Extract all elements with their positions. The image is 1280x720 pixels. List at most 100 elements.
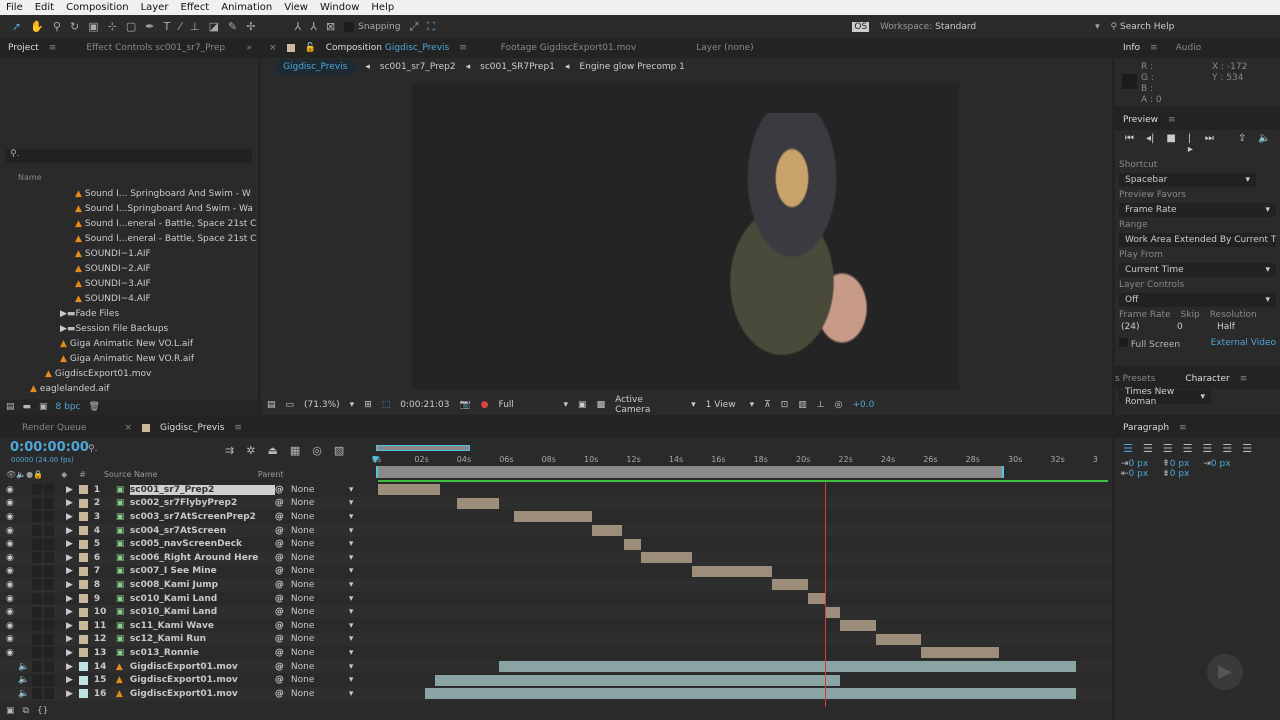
axis-view-icon[interactable]: ⊠	[326, 20, 335, 33]
parent-header[interactable]: Parent	[258, 470, 284, 479]
visibility-eye-icon[interactable]: ◉	[0, 512, 32, 522]
parent-select[interactable]: None	[291, 553, 349, 563]
stop-icon[interactable]: ■	[1166, 133, 1175, 155]
pickwhip-icon[interactable]: @	[275, 512, 291, 522]
chevron-down-icon[interactable]: ▾	[349, 566, 354, 576]
next-frame-icon[interactable]: |▸	[1188, 133, 1193, 155]
layer-name[interactable]: sc010_Kami Land	[130, 594, 275, 604]
project-item[interactable]: ▲ Giga Animatic New VO.R.aif	[0, 351, 244, 366]
label-color[interactable]	[78, 607, 88, 617]
layer-name[interactable]: sc001_sr7_Prep2	[129, 484, 275, 495]
audio-icon[interactable]: 🔈	[1258, 133, 1270, 155]
snapping-checkbox[interactable]	[344, 21, 355, 32]
snapshot-icon[interactable]: 📷	[459, 400, 470, 410]
expand-arrow-icon[interactable]: ▶	[66, 498, 73, 508]
tab-effect-controls[interactable]: Effect Controls sc001_sr7_Prep	[86, 43, 225, 53]
current-time-indicator[interactable]	[825, 482, 827, 707]
full-screen-checkbox[interactable]	[1119, 338, 1128, 347]
tab-paragraph[interactable]: Paragraph	[1123, 423, 1169, 433]
label-color[interactable]	[78, 675, 88, 685]
layer-name[interactable]: sc007_I See Mine	[130, 566, 275, 576]
comp-mini-flowchart-icon[interactable]: ⇉	[225, 444, 234, 457]
visibility-eye-icon[interactable]: ◉	[0, 566, 32, 576]
shy-layers-icon[interactable]: ⏏	[267, 444, 277, 457]
tab-audio[interactable]: Audio	[1176, 43, 1202, 53]
solo-switch[interactable]	[32, 606, 42, 618]
parent-select[interactable]: None	[291, 498, 349, 508]
layer-name[interactable]: sc003_sr7AtScreenPrep2	[130, 512, 275, 522]
visibility-eye-icon[interactable]: ◉	[0, 621, 32, 631]
pickwhip-icon[interactable]: @	[275, 675, 291, 685]
chevron-down-icon[interactable]: ▾	[349, 689, 354, 699]
menu-help[interactable]: Help	[371, 2, 394, 13]
layer-row[interactable]: 🔈 ▶ 15 ▲ GigdiscExport01.mov @ None ▾	[0, 673, 1112, 687]
lock-switch[interactable]	[44, 565, 54, 577]
favors-select[interactable]: Frame Rate ▾	[1119, 203, 1276, 217]
solo-switch[interactable]	[32, 552, 42, 564]
solo-switch[interactable]	[32, 484, 42, 496]
pickwhip-icon[interactable]: @	[275, 485, 291, 495]
parent-select[interactable]: None	[291, 648, 349, 658]
new-comp-icon[interactable]: ▣	[39, 402, 48, 412]
expand-arrow-icon[interactable]: ▶	[66, 594, 73, 604]
pickwhip-icon[interactable]: @	[275, 539, 291, 549]
parent-select[interactable]: None	[291, 566, 349, 576]
project-item[interactable]: ▲ Sound I...eneral - Battle, Space 21st C	[0, 231, 256, 246]
lock-switch[interactable]	[44, 620, 54, 632]
range-select[interactable]: Work Area Extended By Current Ti▾	[1119, 233, 1276, 247]
layer-name[interactable]: sc008_Kami Jump	[130, 580, 275, 590]
pickwhip-icon[interactable]: @	[275, 526, 291, 536]
align-center-icon[interactable]: ☰	[1143, 442, 1153, 455]
expand-arrow-icon[interactable]: ▶	[66, 553, 73, 563]
chevron-down-icon[interactable]: ▾	[349, 580, 354, 590]
layer-name[interactable]: sc002_sr7FlybyPrep2	[130, 498, 275, 508]
layer-duration-bar[interactable]	[691, 565, 773, 577]
flowchart-icon[interactable]: ⊥	[817, 400, 825, 410]
space-before-field[interactable]: ⇞0 px	[1162, 459, 1189, 469]
layer-row[interactable]: ◉ ▶ 4 ▣ sc004_sr7AtScreen @ None ▾	[0, 523, 1112, 538]
chevron-down-icon[interactable]: ▾	[349, 485, 354, 495]
axis-world-icon[interactable]: ⅄	[310, 20, 317, 33]
project-item[interactable]: ▲ SOUNDI~1.AIF	[0, 246, 244, 261]
layer-duration-bar[interactable]	[808, 593, 826, 605]
justify-center-icon[interactable]: ☰	[1203, 442, 1213, 455]
justify-right-icon[interactable]: ☰	[1222, 442, 1232, 455]
layer-row[interactable]: ◉ ▶ 3 ▣ sc003_sr7AtScreenPrep2 @ None ▾	[0, 510, 1112, 524]
layer-duration-bar[interactable]	[456, 497, 499, 509]
label-color[interactable]	[78, 485, 88, 495]
layer-duration-bar[interactable]	[641, 552, 692, 564]
layer-name[interactable]: sc004_sr7AtScreen	[130, 526, 275, 536]
label-color[interactable]	[78, 662, 88, 672]
layer-duration-bar[interactable]	[513, 511, 593, 523]
lock-switch[interactable]	[44, 674, 54, 686]
layer-row[interactable]: 🔈 ▶ 16 ▲ GigdiscExport01.mov @ None ▾	[0, 687, 1112, 701]
layer-row[interactable]: ◉ ▶ 10 ▣ sc010_Kami Land @ None ▾	[0, 605, 1112, 619]
expand-arrow-icon[interactable]: ▶	[66, 485, 73, 495]
label-color[interactable]	[78, 526, 88, 536]
space-after-field[interactable]: ⇟0 px	[1162, 469, 1189, 479]
pickwhip-icon[interactable]: @	[275, 648, 291, 658]
pickwhip-icon[interactable]: @	[275, 607, 291, 617]
in-out-icon[interactable]: {}	[37, 706, 48, 720]
interpret-footage-icon[interactable]: ▤	[6, 402, 15, 412]
chevron-down-icon[interactable]: ▾	[349, 512, 354, 522]
expand-arrow-icon[interactable]: ▶	[66, 539, 73, 549]
hand-tool-icon[interactable]: ✋	[30, 20, 44, 33]
chevron-down-icon[interactable]: ▾	[349, 553, 354, 563]
workspace-select[interactable]: Standard	[935, 22, 1095, 32]
chevron-down-icon[interactable]: ▾	[349, 594, 354, 604]
tab-project[interactable]: Project	[8, 43, 39, 53]
pickwhip-icon[interactable]: @	[275, 662, 291, 672]
label-color[interactable]	[78, 594, 88, 604]
audio-toggle-icon[interactable]: 🔈	[0, 675, 32, 685]
source-name-header[interactable]: Source Name	[104, 470, 254, 479]
solo-switch[interactable]	[32, 525, 42, 537]
parent-select[interactable]: None	[291, 512, 349, 522]
layer-duration-bar[interactable]	[876, 633, 921, 645]
axis-icon[interactable]: ⅄	[294, 20, 301, 33]
playhead-handle[interactable]: ▼	[372, 455, 379, 465]
sync-icon[interactable]: OS	[852, 21, 870, 32]
expand-arrow-icon[interactable]: ▶	[66, 607, 73, 617]
visibility-eye-icon[interactable]: ◉	[0, 607, 32, 617]
solo-switch[interactable]	[32, 538, 42, 550]
